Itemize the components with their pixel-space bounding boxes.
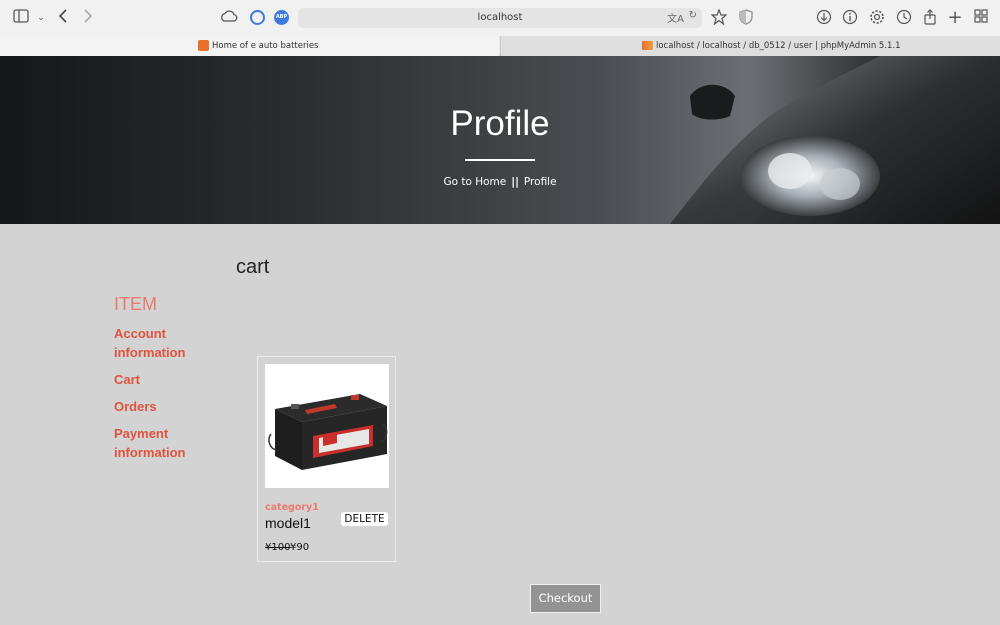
chevron-down-icon[interactable]: ⌄ <box>32 9 50 27</box>
adblock-icon[interactable]: ABP <box>274 10 289 25</box>
bookmark-star-icon[interactable] <box>710 8 728 27</box>
breadcrumb: Go to Home || Profile <box>0 176 1000 188</box>
settings-icon[interactable] <box>868 9 886 27</box>
translate-icon[interactable]: 文A <box>667 10 684 25</box>
history-icon[interactable] <box>895 9 913 27</box>
breadcrumb-current: Profile <box>523 176 557 188</box>
back-icon[interactable] <box>54 9 72 27</box>
delete-button[interactable]: DELETE <box>341 512 388 526</box>
tab-bar: Home of e auto batteries localhost / loc… <box>0 36 1000 56</box>
tab-home-batteries[interactable]: Home of e auto batteries <box>0 36 499 56</box>
tab-phpmyadmin[interactable]: localhost / localhost / db_0512 / user |… <box>500 36 1000 56</box>
title-divider <box>465 159 535 161</box>
tab-title: localhost / localhost / db_0512 / user |… <box>656 41 901 51</box>
cart-heading: cart <box>236 256 270 278</box>
breadcrumb-home-link[interactable]: Go to Home <box>443 176 506 188</box>
hero-banner: Profile Go to Home || Profile <box>0 56 1000 224</box>
checkout-button[interactable]: Checkout <box>530 584 601 613</box>
product-category: category1 <box>265 502 319 513</box>
tab-title: Home of e auto batteries <box>212 41 319 51</box>
sidebar-item-account-information[interactable]: Account information <box>114 324 224 362</box>
download-icon[interactable] <box>815 9 833 27</box>
tab-overview-icon[interactable] <box>972 9 990 27</box>
product-model: model1 <box>265 515 311 531</box>
address-bar[interactable]: localhost 文A ↻ <box>298 8 702 28</box>
info-icon[interactable] <box>841 9 859 27</box>
sidebar-item-orders[interactable]: Orders <box>114 397 224 416</box>
forward-icon[interactable] <box>79 9 97 27</box>
sidebar-item-cart[interactable]: Cart <box>114 370 224 389</box>
favicon-icon <box>198 40 209 51</box>
reload-icon[interactable]: ↻ <box>689 10 697 21</box>
original-price: ¥100 <box>265 542 291 553</box>
page-title: Profile <box>450 104 550 143</box>
product-image <box>265 364 389 488</box>
shield-icon[interactable] <box>737 9 755 27</box>
sidebar-title: ITEM <box>114 294 157 314</box>
share-icon[interactable] <box>921 9 939 27</box>
cart-item-card: category1 model1 DELETE ¥100 ¥90 <box>257 356 396 562</box>
sidebar-icon[interactable] <box>12 9 30 27</box>
cloud-icon[interactable] <box>220 9 238 27</box>
url-text: localhost <box>477 12 523 23</box>
breadcrumb-separator: || <box>511 176 519 188</box>
extension-icon[interactable] <box>250 10 265 25</box>
sale-price: ¥90 <box>290 542 310 553</box>
browser-toolbar: ⌄ ABP localhost 文A ↻ + <box>0 0 1000 36</box>
sidebar-item-payment-information[interactable]: Payment information <box>114 424 224 462</box>
phpmyadmin-favicon-icon <box>642 41 653 50</box>
new-tab-icon[interactable]: + <box>946 9 964 27</box>
